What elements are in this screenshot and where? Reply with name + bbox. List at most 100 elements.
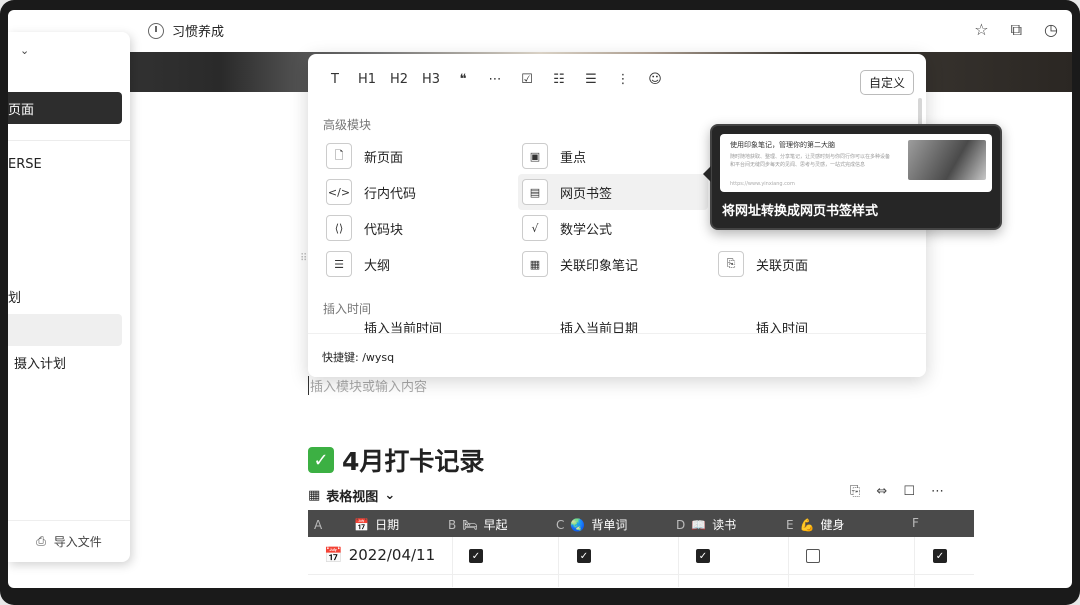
option-label: 插入时间 [756, 321, 809, 335]
heading-text: 4月打卡记录 [342, 447, 485, 476]
option-web-bookmark[interactable]: ▤ 网页书签 [522, 174, 612, 210]
sidebar-item-label: 页面 [8, 102, 35, 118]
option-highlight[interactable]: ▣ 重点 [522, 138, 586, 174]
note-icon: ▦ [522, 251, 548, 277]
column-divider [558, 537, 559, 587]
table-row: 📅 2022/04/11 ✓ ✓ ✓ ✓ [308, 537, 974, 575]
column-header-date[interactable]: A 📅 日期 [314, 516, 399, 533]
checklist-icon[interactable]: ☷ [550, 72, 568, 87]
column-label: 读书 [712, 518, 737, 532]
option-inline-code[interactable]: </> 行内代码 [326, 174, 416, 210]
option-label: 关联页面 [756, 258, 809, 274]
column-header-reading[interactable]: D 📖 读书 [676, 516, 736, 533]
column-key: B [448, 517, 457, 532]
emoji-icon[interactable]: ☺ [646, 72, 664, 87]
app-window: 习惯养成 ☆ ⧉ ◷ ⌄ 页面 ERSE 划 摄入计划 ⎙ 导入文件 ⠿ T H… [8, 10, 1072, 588]
chevron-down-icon[interactable]: ⌄ [20, 44, 29, 57]
globe-icon: 🌏 [570, 517, 586, 532]
column-label: 背单词 [591, 518, 628, 532]
option-insert-time[interactable]: 插入时间 [718, 320, 809, 335]
preview-url: https://www.yinxiang.com [730, 181, 795, 187]
heading2-icon[interactable]: H2 [390, 72, 408, 87]
comment-icon[interactable]: ☐ [903, 484, 915, 499]
checkbox-vocabulary[interactable]: ✓ [577, 549, 591, 563]
bookmark-icon: ▤ [522, 179, 548, 205]
date-value: 2022/04/11 [348, 546, 436, 564]
open-external-icon[interactable]: ⧉ [1011, 20, 1022, 40]
history-icon[interactable]: ◷ [1044, 20, 1058, 40]
column-label: 健身 [820, 518, 845, 532]
sidebar-item-plan[interactable]: 划 [8, 280, 122, 312]
text-icon[interactable]: T [326, 72, 344, 87]
divider-icon[interactable]: ⋯ [486, 72, 504, 87]
check-mark-icon: ✓ [308, 447, 334, 473]
import-file-button[interactable]: ⎙ 导入文件 [8, 520, 130, 562]
block-input-placeholder[interactable]: 插入模块或输入内容 [308, 376, 427, 395]
import-icon: ⎙ [36, 534, 46, 548]
option-link-evernote[interactable]: ▦ 关联印象笔记 [522, 246, 638, 282]
option-insert-current-time[interactable]: 插入当前时间 [326, 320, 443, 335]
tooltip-caption: 将网址转换成网页书签样式 [722, 204, 879, 219]
section-insert-time: 插入时间 [323, 302, 372, 316]
quote-icon[interactable]: ❝ [454, 72, 472, 87]
numbered-list-icon[interactable]: ⋮ [614, 72, 632, 87]
view-selector[interactable]: ▦ 表格视图 ⌄ [308, 486, 395, 505]
sidebar-item-label: 摄入计划 [14, 356, 67, 372]
habit-table: A 📅 日期 B 🛏 早起 C 🌏 背单词 D 📖 读书 E 💪 健身 F 📅 … [308, 510, 974, 587]
drag-handle-icon[interactable]: ⠿ [300, 253, 307, 264]
preview-image [908, 140, 986, 180]
column-header-wake-up[interactable]: B 🛏 早起 [448, 516, 507, 533]
column-header-f[interactable]: F [912, 516, 919, 530]
date-cell[interactable]: 📅 2022/04/11 [324, 546, 435, 564]
customize-button[interactable]: 自定义 [859, 70, 914, 95]
more-icon[interactable]: ⋯ [931, 484, 944, 499]
heading3-icon[interactable]: H3 [422, 72, 440, 87]
sidebar-item-erse[interactable]: ERSE [8, 148, 122, 180]
column-label: 日期 [375, 518, 400, 532]
checkbox-fitness[interactable] [806, 549, 820, 563]
bed-icon: 🛏 [462, 517, 478, 532]
sidebar-item-intake-plan[interactable]: 摄入计划 [8, 346, 122, 378]
screen-frame: 习惯养成 ☆ ⧉ ◷ ⌄ 页面 ERSE 划 摄入计划 ⎙ 导入文件 ⠿ T H… [0, 0, 1080, 605]
column-divider [788, 537, 789, 587]
option-label: 代码块 [364, 222, 404, 238]
column-header-fitness[interactable]: E 💪 健身 [786, 516, 845, 533]
menu-footer: 快捷键: /wysq [308, 333, 926, 377]
divider [8, 140, 130, 141]
option-label: 插入当前时间 [364, 321, 443, 335]
option-code-block[interactable]: ⟨⟩ 代码块 [326, 210, 403, 246]
top-bar: 习惯养成 ☆ ⧉ ◷ [8, 10, 1072, 50]
star-icon[interactable]: ☆ [974, 20, 988, 40]
option-insert-current-date[interactable]: 插入当前日期 [522, 320, 638, 335]
new-page-icon: 🗋 [326, 143, 352, 169]
option-label: 网页书签 [560, 186, 613, 202]
column-header-vocabulary[interactable]: C 🌏 背单词 [556, 516, 627, 533]
heading1-icon[interactable]: H1 [358, 72, 376, 87]
section-heading: ✓ 4月打卡记录 [308, 442, 484, 478]
checkbox-f[interactable]: ✓ [933, 549, 947, 563]
column-key: D [676, 517, 686, 532]
checkbox-icon[interactable]: ☑ [518, 72, 536, 87]
bookmark-preview-tooltip: 使用印象笔记，管理你的第二大脑 随时随地获取、整理、分享笔记，让灵感时刻与你同行… [703, 124, 1002, 230]
option-link-page[interactable]: ⎘ 关联页面 [718, 246, 808, 282]
column-divider [452, 537, 453, 587]
sidebar-item-page[interactable]: 页面 [8, 92, 122, 124]
sidebar-item-hovered[interactable] [8, 314, 122, 346]
column-key: C [556, 517, 565, 532]
option-math-formula[interactable]: √ 数学公式 [522, 210, 612, 246]
view-label: 表格视图 [326, 490, 379, 505]
checkbox-wake-up[interactable]: ✓ [469, 549, 483, 563]
clock-icon [148, 22, 164, 39]
checkbox-reading[interactable]: ✓ [696, 549, 710, 563]
expand-icon[interactable]: ⇔ [876, 484, 887, 499]
option-label: 新页面 [364, 150, 404, 166]
filter-icon[interactable]: ⎘ [850, 484, 860, 499]
option-label: 数学公式 [560, 222, 613, 238]
option-outline[interactable]: ☰ 大纲 [326, 246, 390, 282]
option-new-page[interactable]: 🗋 新页面 [326, 138, 403, 174]
import-label: 导入文件 [53, 535, 102, 549]
code-block-icon: ⟨⟩ [326, 215, 352, 241]
bullet-list-icon[interactable]: ☰ [582, 72, 600, 87]
code-icon: </> [326, 179, 352, 205]
top-actions: ☆ ⧉ ◷ [974, 20, 1058, 40]
